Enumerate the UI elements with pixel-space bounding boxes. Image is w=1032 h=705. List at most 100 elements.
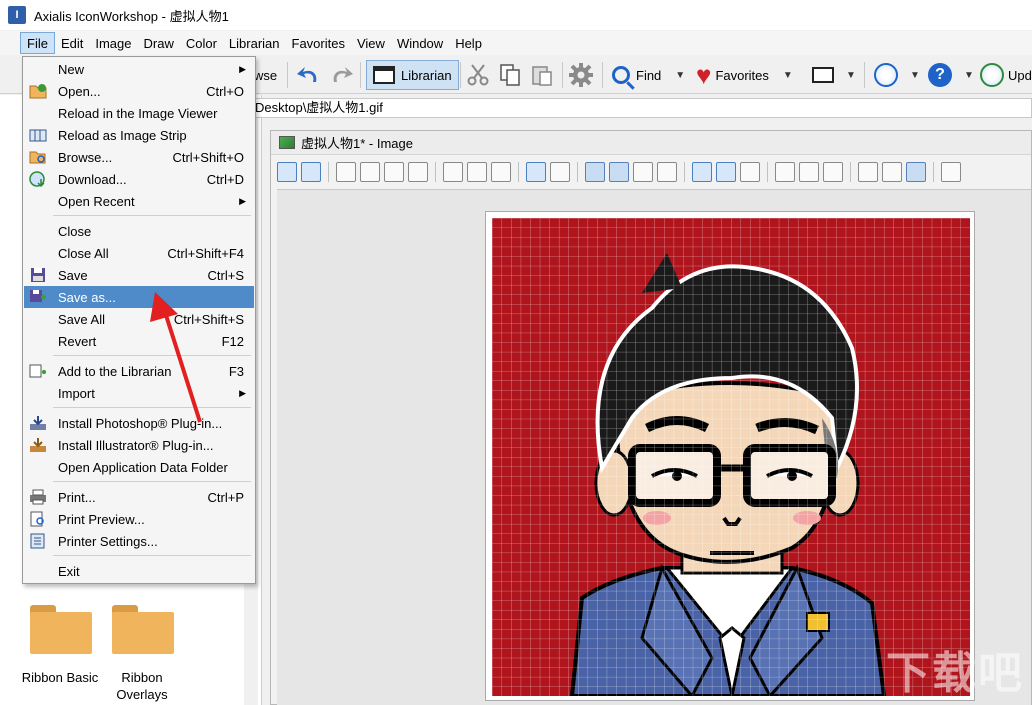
chevron-down-icon[interactable]: ▼ xyxy=(910,70,920,81)
browse-button[interactable]: wse xyxy=(254,60,277,90)
menu-image[interactable]: Image xyxy=(89,32,137,54)
display-button[interactable]: ▼ xyxy=(812,60,856,90)
menu-edit[interactable]: Edit xyxy=(55,32,89,54)
cartoon-avatar-artwork[interactable] xyxy=(492,218,970,696)
find-button[interactable]: Find ▼ xyxy=(612,60,685,90)
checker-icon[interactable] xyxy=(633,162,653,182)
grid-icon[interactable] xyxy=(585,162,605,182)
toolbar-separator xyxy=(562,62,563,88)
folder-icon[interactable] xyxy=(30,605,92,654)
help-button[interactable]: ? ▼ xyxy=(928,60,974,90)
menu-item-revert[interactable]: Revert F12 xyxy=(24,330,254,352)
settings-button[interactable] xyxy=(568,60,594,90)
save-as-icon xyxy=(30,290,46,302)
menu-item-install-illustrator[interactable]: Install Illustrator® Plug-in... xyxy=(24,434,254,456)
menu-color[interactable]: Color xyxy=(180,32,223,54)
menu-item-close-all[interactable]: Close All Ctrl+Shift+F4 xyxy=(24,242,254,264)
menu-item-open[interactable]: Open... Ctrl+O xyxy=(24,80,254,102)
menu-draw[interactable]: Draw xyxy=(138,32,180,54)
menu-help[interactable]: Help xyxy=(449,32,488,54)
undo-button[interactable] xyxy=(296,60,322,90)
resize-icon[interactable] xyxy=(716,162,736,182)
paste-icon[interactable] xyxy=(491,162,511,182)
image-adjust-icon[interactable] xyxy=(775,162,795,182)
image-canvas[interactable] xyxy=(485,211,975,701)
menu-item-print-preview[interactable]: Print Preview... xyxy=(24,508,254,530)
menu-item-close[interactable]: Close xyxy=(24,220,254,242)
image-strip-icon[interactable] xyxy=(408,162,428,182)
file-menu-dropdown: New ▶ Open... Ctrl+O Reload in the Image V… xyxy=(22,56,256,584)
redo-icon[interactable] xyxy=(550,162,570,182)
new-image-format-icon[interactable] xyxy=(301,162,321,182)
menu-separator xyxy=(53,481,251,482)
menu-item-printer-settings[interactable]: Printer Settings... xyxy=(24,530,254,552)
image-icon xyxy=(279,136,295,149)
menu-item-save-as[interactable]: Save as... xyxy=(24,286,254,308)
toolbar-separator xyxy=(518,162,519,182)
favorites-label: Favorites xyxy=(715,67,769,83)
new-image-icon[interactable] xyxy=(277,162,297,182)
undo-icon[interactable] xyxy=(526,162,546,182)
paste-button[interactable] xyxy=(530,60,554,90)
copy-icon[interactable] xyxy=(467,162,487,182)
crop-icon[interactable] xyxy=(740,162,760,182)
app-logo-icon: I xyxy=(8,6,26,24)
zoom-fit-icon[interactable] xyxy=(906,162,926,182)
toolbar-separator xyxy=(435,162,436,182)
menu-item-open-app-data[interactable]: Open Application Data Folder xyxy=(24,456,254,478)
save-image-icon[interactable] xyxy=(360,162,380,182)
web-button[interactable]: ▼ xyxy=(874,60,920,90)
checkbox-icon[interactable] xyxy=(941,162,961,182)
toolbar-separator xyxy=(767,162,768,182)
update-button[interactable]: Upd xyxy=(980,60,1032,90)
menu-item-import[interactable]: Import ▶ xyxy=(24,382,254,404)
menu-file[interactable]: File xyxy=(20,32,55,54)
menu-item-download[interactable]: Download... Ctrl+D xyxy=(24,168,254,190)
selection-icon[interactable] xyxy=(657,162,677,182)
folder-label[interactable]: Overlays xyxy=(102,687,182,702)
cut-button[interactable] xyxy=(466,60,490,90)
menu-favorites[interactable]: Favorites xyxy=(286,32,351,54)
toolbar-separator xyxy=(577,162,578,182)
transparency-icon[interactable] xyxy=(609,162,629,182)
add-image-icon[interactable] xyxy=(384,162,404,182)
menu-item-save-all[interactable]: Save All Ctrl+Shift+S xyxy=(24,308,254,330)
menu-item-open-recent[interactable]: Open Recent ▶ xyxy=(24,190,254,212)
toolbar-separator xyxy=(328,162,329,182)
menu-item-save[interactable]: Save Ctrl+S xyxy=(24,264,254,286)
redo-icon xyxy=(333,67,353,82)
chevron-down-icon[interactable]: ▼ xyxy=(846,70,856,81)
save-icon[interactable] xyxy=(336,162,356,182)
chevron-down-icon[interactable]: ▼ xyxy=(783,70,793,81)
menu-librarian[interactable]: Librarian xyxy=(223,32,286,54)
path-field[interactable]: Desktop\虚拟人物1.gif xyxy=(252,98,1032,118)
zoom-out-icon[interactable] xyxy=(882,162,902,182)
folder-icon[interactable] xyxy=(112,605,174,654)
scissors-icon[interactable] xyxy=(443,162,463,182)
redo-button[interactable] xyxy=(328,60,354,90)
librarian-button[interactable]: Librarian xyxy=(366,60,459,90)
folder-label[interactable]: Ribbon xyxy=(102,670,182,685)
menu-item-print[interactable]: Print... Ctrl+P xyxy=(24,486,254,508)
copy-button[interactable] xyxy=(498,60,522,90)
menu-item-install-photoshop[interactable]: Install Photoshop® Plug-in... xyxy=(24,412,254,434)
chevron-down-icon[interactable]: ▼ xyxy=(964,70,974,81)
chevron-down-icon[interactable]: ▼ xyxy=(675,70,685,81)
menu-item-add-librarian[interactable]: Add to the Librarian F3 xyxy=(24,360,254,382)
effects-icon[interactable] xyxy=(823,162,843,182)
menu-item-exit[interactable]: Exit xyxy=(24,560,254,582)
menu-item-new[interactable]: New ▶ xyxy=(24,58,254,80)
canvas-area[interactable] xyxy=(277,189,1031,705)
librarian-label: Librarian xyxy=(401,67,452,83)
heart-icon: ♥ xyxy=(696,60,712,90)
menu-item-browse[interactable]: Browse... Ctrl+Shift+O xyxy=(24,146,254,168)
zoom-in-icon[interactable] xyxy=(858,162,878,182)
folder-label[interactable]: Ribbon Basic xyxy=(20,670,100,685)
menu-item-reload-viewer[interactable]: Reload in the Image Viewer xyxy=(24,102,254,124)
favorites-button[interactable]: ♥ Favorites ▼ xyxy=(696,60,793,90)
menu-window[interactable]: Window xyxy=(391,32,449,54)
select-icon[interactable] xyxy=(692,162,712,182)
menu-item-reload-strip[interactable]: Reload as Image Strip xyxy=(24,124,254,146)
color-palette-icon[interactable] xyxy=(799,162,819,182)
menu-view[interactable]: View xyxy=(351,32,391,54)
